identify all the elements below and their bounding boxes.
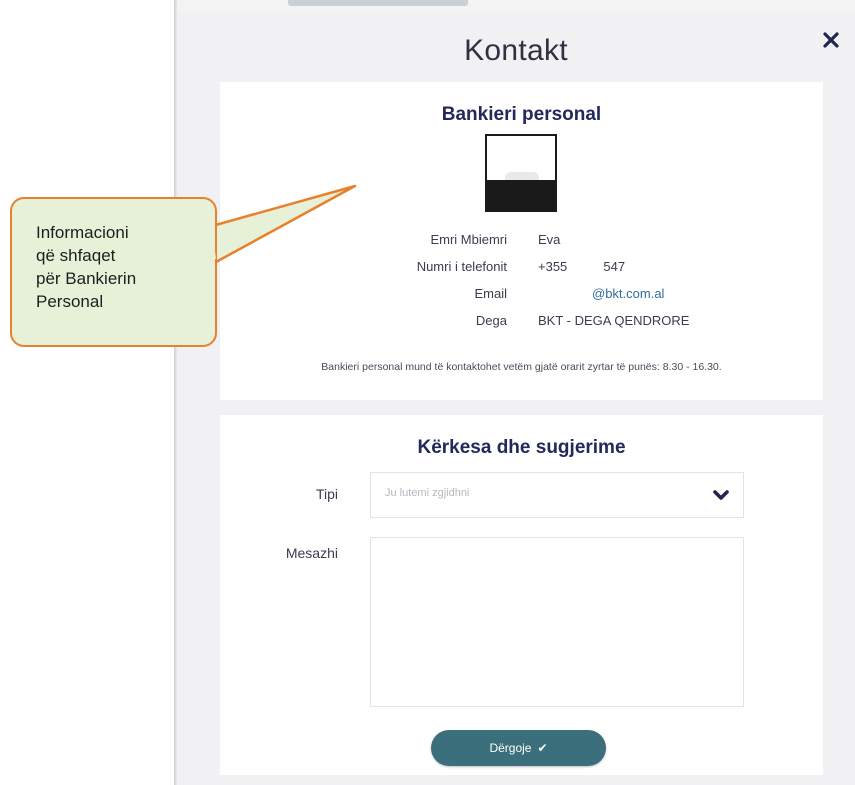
submit-button[interactable]: Dërgoje ✔ [431,730,606,766]
banker-hours-note: Bankieri personal mund të kontaktohet ve… [321,361,722,373]
modal-title: Kontakt [464,34,568,67]
info-label: Numri i telefonit [416,259,507,274]
info-row-email: Email @bkt.com.al [220,286,823,306]
chevron-down-icon [713,490,729,500]
requests-heading: Kërkesa dhe sugjerime [417,437,626,458]
requests-card: Kërkesa dhe sugjerime Tipi Ju lutemi zgj… [220,415,823,775]
banker-heading: Bankieri personal [441,104,602,125]
callout-text: Informacioni që shfaqet për Bankierin Pe… [36,223,137,311]
banker-photo-torso [487,180,555,210]
info-label: Dega [475,313,507,328]
contact-modal: Kontakt Bankieri personal Emri Mbiemri E… [177,12,855,785]
check-icon: ✔ [537,741,548,755]
info-value: BKT - DEGA QENDRORE [538,313,690,328]
email-link[interactable]: @bkt.com.al [592,286,664,301]
type-select-placeholder: Ju lutemi zgjidhni [385,487,470,499]
info-label: Emri Mbiemri [430,232,507,247]
background-header-strip [176,0,855,12]
type-select[interactable]: Ju lutemi zgjidhni [370,472,744,518]
close-button[interactable] [817,26,845,54]
personal-banker-card: Bankieri personal Emri Mbiemri Eva Numri… [220,82,823,400]
close-icon [823,32,839,48]
submit-label: Dërgoje [489,741,532,755]
callout-box: Informacioni që shfaqet për Bankierin Pe… [10,197,217,347]
info-value: Eva [538,232,561,247]
banker-photo [485,134,557,212]
info-label: Email [474,286,507,301]
background-page [0,0,176,785]
message-label: Mesazhi [285,545,338,561]
info-row-name: Emri Mbiemri Eva [220,232,823,252]
type-label: Tipi [315,486,338,502]
info-value: +355 547 [538,259,626,274]
background-ghost-element [288,0,468,6]
info-row-branch: Dega BKT - DEGA QENDRORE [220,313,823,333]
info-row-phone: Numri i telefonit +355 547 [220,259,823,279]
message-textarea[interactable] [370,537,744,707]
